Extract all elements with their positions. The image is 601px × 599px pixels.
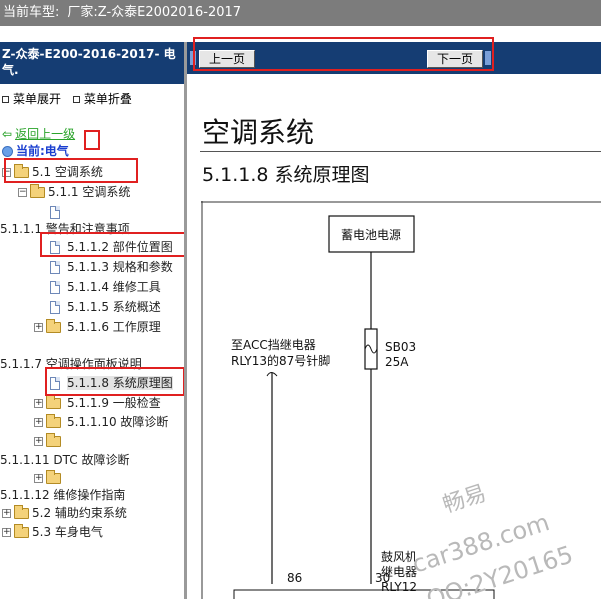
next-arrow-icon[interactable] (485, 51, 491, 65)
document-icon (50, 301, 60, 314)
tree-item-5-2[interactable]: +5.2 辅助约束系统 (2, 504, 127, 522)
tree-item-5-1[interactable]: − 5.1 空调系统 (2, 163, 103, 181)
tree-item-label[interactable]: 5.1.1.6 工作原理 (67, 320, 161, 334)
expand-toggle-icon[interactable]: + (34, 418, 43, 427)
next-page-button[interactable]: 下一页 (427, 50, 483, 68)
tree-sidebar: Z-众泰-E200-2016-2017- 电 气. 菜单展开 菜单折叠 ⇦ 返回上… (0, 42, 184, 599)
tree-item-label-selected[interactable]: 5.1.1.8 系统原理图 (67, 376, 173, 390)
tree-item-label[interactable]: 5.1.1.3 规格和参数 (67, 260, 173, 274)
tree-item-5-1-1-12[interactable]: 5.1.1.12 维修操作指南 (0, 486, 125, 504)
tree-item-label[interactable]: 5.1.1.11 DTC 故障诊断 (0, 453, 130, 467)
expand-toggle-icon[interactable]: + (34, 323, 43, 332)
folder-icon (46, 433, 61, 447)
fuse-name: SB03 (385, 340, 416, 354)
tree-item-label[interactable]: 5.1.1.1 警告和注意事项 (0, 222, 130, 236)
watermark: 畅易 car388.com QQ:2Y20165 (409, 481, 577, 599)
current-row: 当前:电气 (2, 142, 69, 160)
tree-item-label[interactable]: 5.1.1 空调系统 (48, 185, 130, 199)
folder-icon (46, 470, 61, 484)
expand-toggle-icon[interactable]: + (2, 528, 11, 537)
folder-open-icon (30, 184, 45, 198)
current-vehicle-label: 当前车型: (3, 5, 60, 20)
document-icon (50, 281, 60, 294)
title-bar: 当前车型: 厂家:Z-众泰E2002016-2017 (0, 0, 601, 26)
tree-item-blank-doc[interactable] (50, 203, 64, 221)
sidebar-header: Z-众泰-E200-2016-2017- 电 气. (0, 42, 184, 84)
folder-icon (14, 524, 29, 538)
tree-item-label[interactable]: 5.1 空调系统 (32, 165, 103, 179)
tree-item-5-1-1[interactable]: − 5.1.1 空调系统 (18, 183, 130, 201)
collapse-all-button[interactable]: 菜单折叠 (84, 92, 132, 106)
expand-toggle-icon[interactable]: + (34, 437, 43, 446)
page-title: 空调系统 (202, 116, 315, 149)
current-vehicle-value: 厂家:Z-众泰E2002016-2017 (67, 5, 242, 20)
tree-item-5-1-1-8[interactable]: 5.1.1.8 系统原理图 (50, 374, 173, 392)
collapse-toggle-icon[interactable]: − (18, 188, 27, 197)
tree-item-label[interactable]: 5.2 辅助约束系统 (32, 506, 127, 520)
tree-item-label[interactable]: 5.1.1.5 系统概述 (67, 300, 161, 314)
folder-open-icon (14, 164, 29, 178)
current-location: 当前:电气 (16, 144, 69, 158)
content-pane: 空调系统 5.1.1.8 系统原理图 蓄电池电源 SB03 25A 至ACC挡继… (187, 74, 601, 599)
title-divider (200, 151, 601, 152)
sidebar-toolbar: 菜单展开 菜单折叠 (0, 90, 132, 107)
tree-item-label[interactable]: 5.1.1.4 维修工具 (67, 280, 161, 294)
tree-item-5-1-1-4[interactable]: 5.1.1.4 维修工具 (50, 278, 161, 296)
prev-page-button[interactable]: 上一页 (199, 50, 255, 68)
sidebar-title-line2: 气. (2, 63, 19, 77)
folder-icon (46, 414, 61, 428)
tree-item-label[interactable]: 5.3 车身电气 (32, 525, 103, 539)
folder-icon (46, 395, 61, 409)
tree-item-label[interactable]: 5.1.1.7 空调操作面板说明 (0, 357, 142, 371)
tree-item-label[interactable]: 5.1.1.10 故障诊断 (67, 415, 168, 429)
tree-item-blank-folder-2[interactable]: + (34, 469, 64, 487)
watermark-text-1: 畅易 (440, 481, 490, 518)
acc-label-2: RLY13的87号针脚 (231, 353, 330, 368)
sidebar-title-line1: Z-众泰-E200-2016-2017- 电 (2, 47, 176, 61)
back-arrow-icon: ⇦ (2, 127, 13, 141)
highlight-box-back (84, 130, 100, 150)
tree-item-5-1-1-11[interactable]: 5.1.1.11 DTC 故障诊断 (0, 451, 130, 469)
document-icon (50, 261, 60, 274)
tree-item-label[interactable]: 5.1.1.2 部件位置图 (67, 240, 173, 254)
prev-arrow-icon[interactable] (190, 51, 196, 65)
folder-icon (14, 505, 29, 519)
tree-item-5-1-1-9[interactable]: +5.1.1.9 一般检查 (34, 394, 161, 412)
collapse-toggle-icon[interactable]: − (2, 168, 11, 177)
fuse-rating: 25A (385, 355, 409, 369)
folder-icon (46, 319, 61, 333)
tree-item-label[interactable]: 5.1.1.9 一般检查 (67, 396, 161, 410)
document-icon (50, 206, 60, 219)
tree-item-5-1-1-2[interactable]: 5.1.1.2 部件位置图 (50, 238, 173, 256)
collapse-all-icon (72, 95, 80, 103)
tree-item-label[interactable]: 5.1.1.12 维修操作指南 (0, 488, 125, 502)
tree-item-5-1-1-1[interactable]: 5.1.1.1 警告和注意事项 (0, 220, 130, 238)
pin-86-label: 86 (287, 571, 302, 585)
tree-item-blank-folder[interactable]: + (34, 432, 64, 450)
tree-item-5-1-1-7[interactable]: 5.1.1.7 空调操作面板说明 (0, 355, 142, 373)
document-icon (50, 377, 60, 390)
document-icon (50, 241, 60, 254)
back-row[interactable]: ⇦ 返回上一级 (2, 125, 75, 143)
expand-toggle-icon[interactable]: + (2, 509, 11, 518)
tree-item-5-1-1-6[interactable]: +5.1.1.6 工作原理 (34, 318, 161, 336)
app-window: 当前车型: 厂家:Z-众泰E2002016-2017 Z-众泰-E200-2016… (0, 0, 601, 599)
globe-icon (2, 146, 13, 157)
page-nav-bar: 上一页 下一页 (187, 42, 601, 74)
expand-toggle-icon[interactable]: + (34, 474, 43, 483)
expand-all-button[interactable]: 菜单展开 (13, 92, 61, 106)
acc-label-1: 至ACC挡继电器 (231, 338, 316, 352)
tree-item-5-3[interactable]: +5.3 车身电气 (2, 523, 103, 541)
back-link[interactable]: 返回上一级 (15, 127, 75, 141)
tree-item-5-1-1-3[interactable]: 5.1.1.3 规格和参数 (50, 258, 173, 276)
expand-toggle-icon[interactable]: + (34, 399, 43, 408)
expand-all-icon (2, 95, 9, 103)
section-heading: 5.1.1.8 系统原理图 (202, 164, 370, 186)
battery-label: 蓄电池电源 (341, 228, 401, 242)
tree-item-5-1-1-10[interactable]: +5.1.1.10 故障诊断 (34, 413, 168, 431)
tree-item-5-1-1-5[interactable]: 5.1.1.5 系统概述 (50, 298, 161, 316)
